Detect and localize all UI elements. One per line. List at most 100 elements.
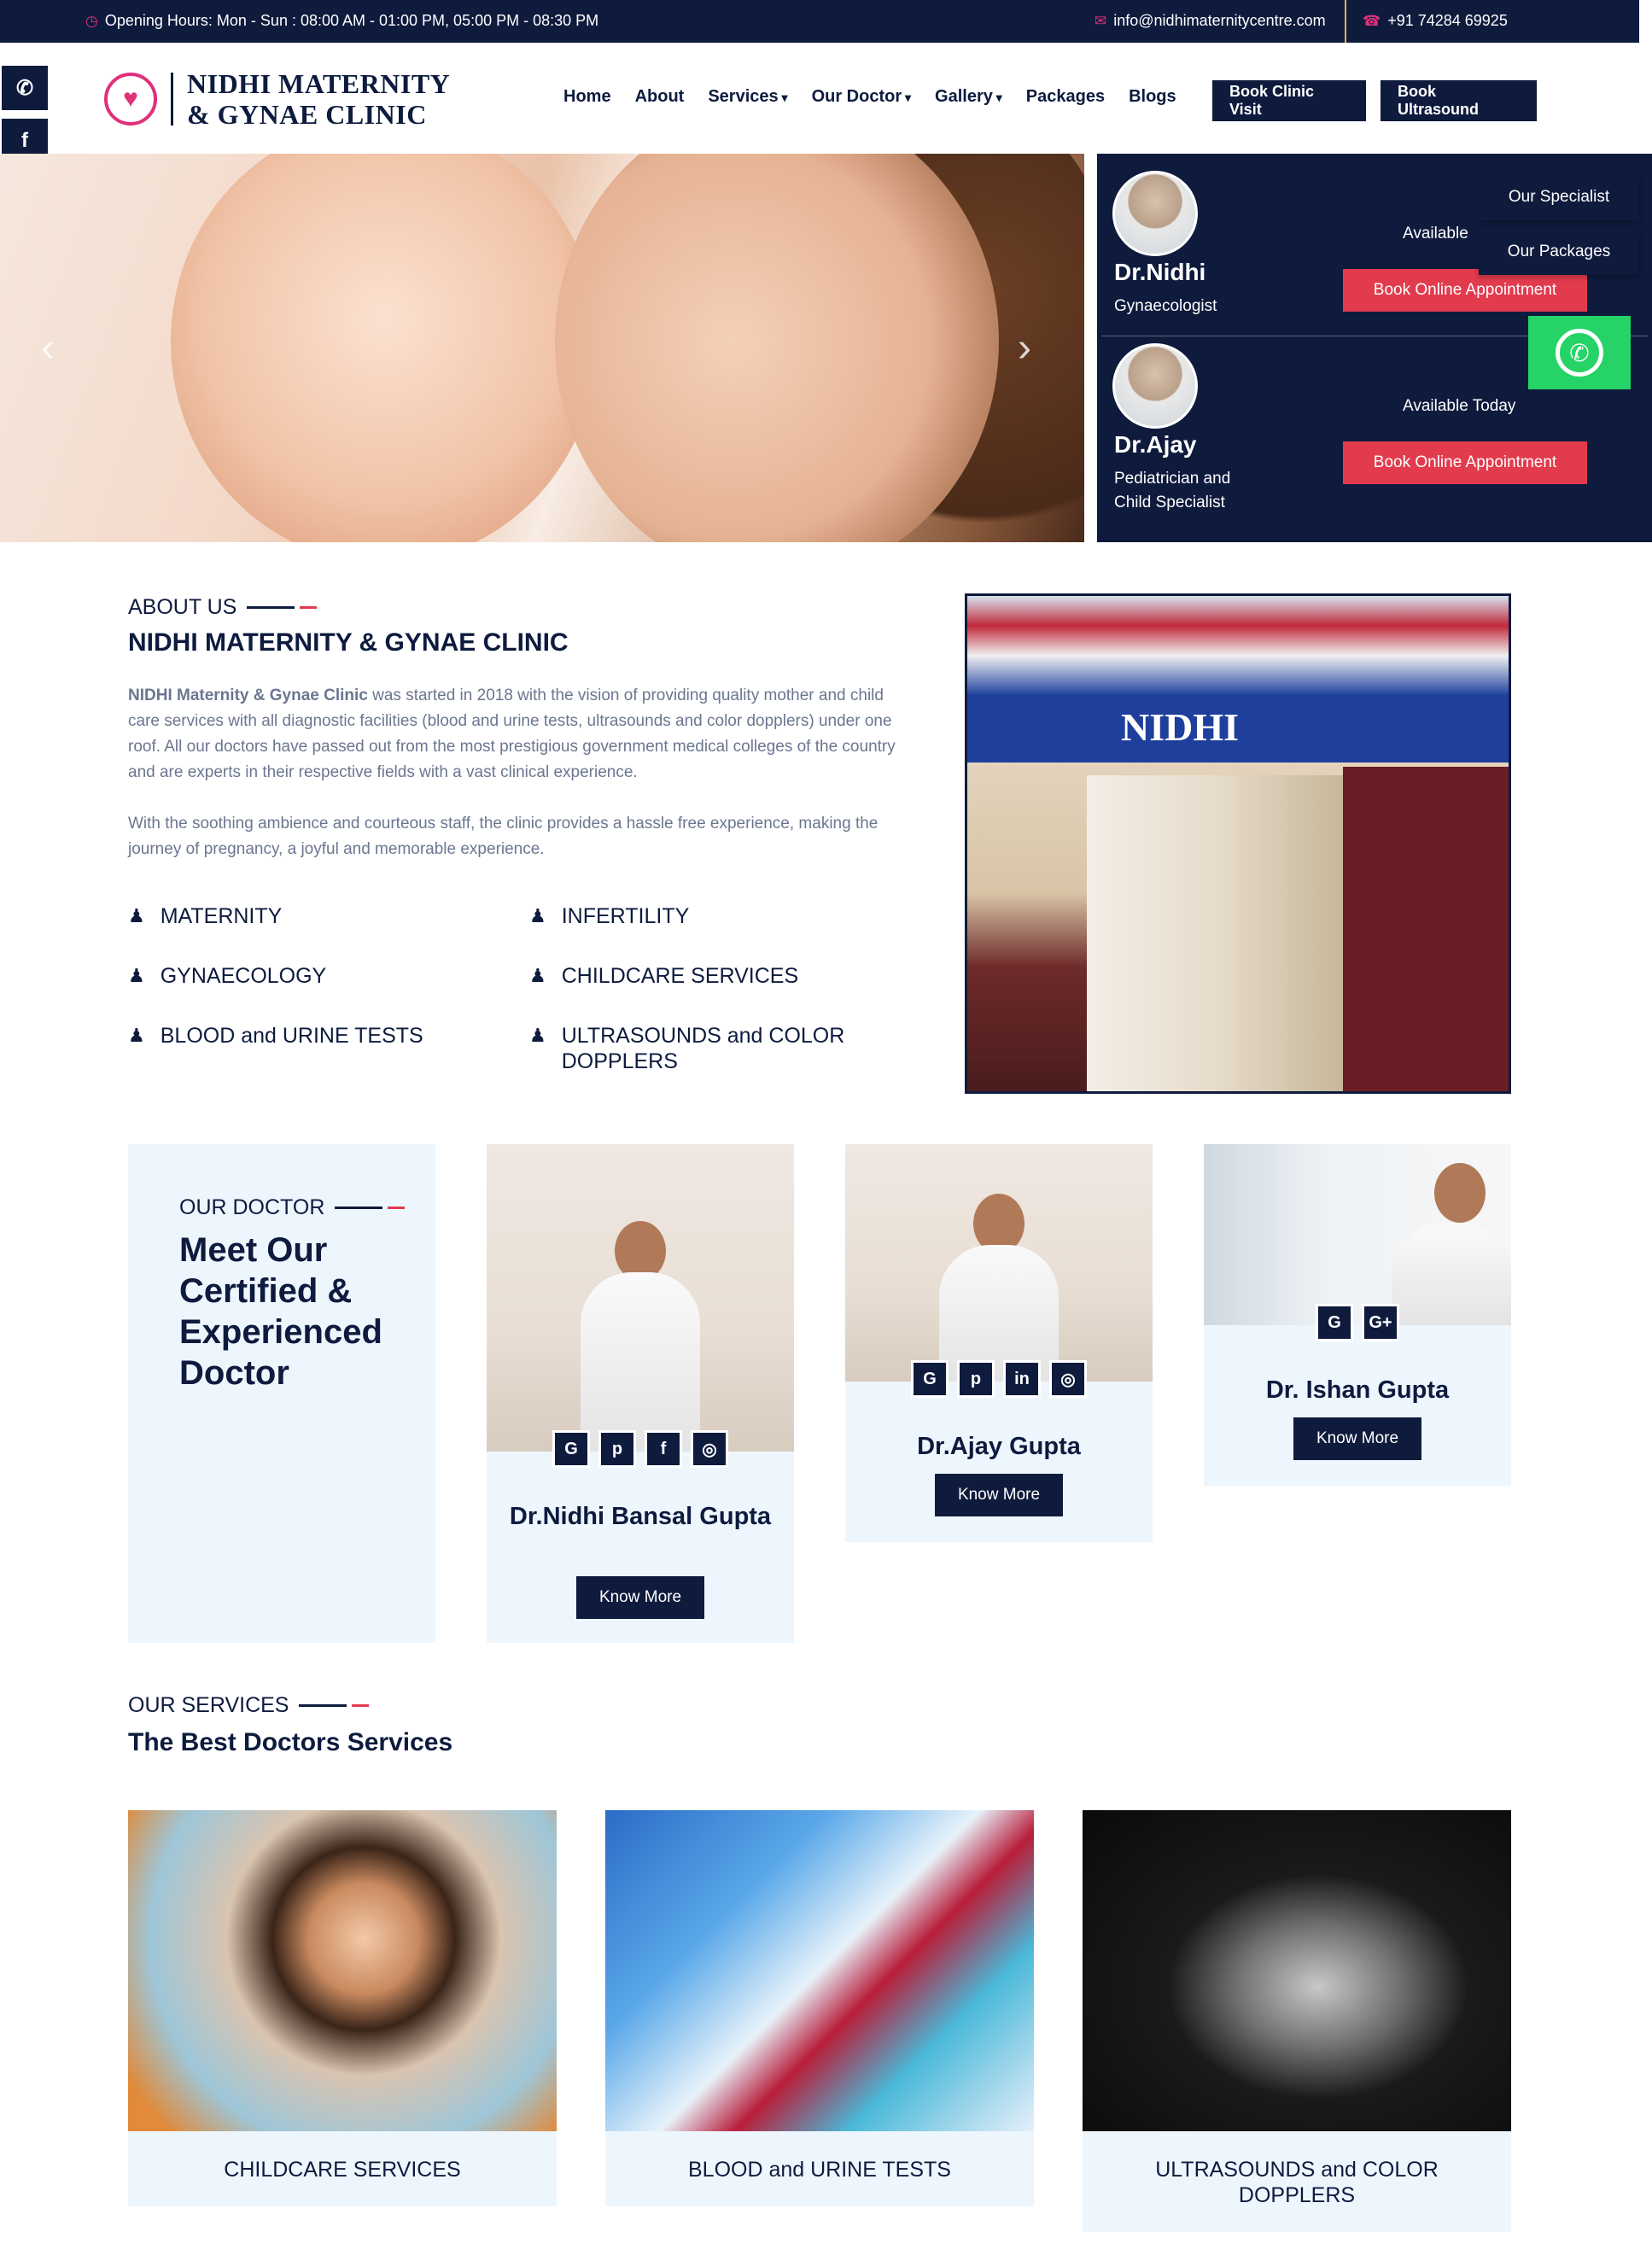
book-ultrasound-button[interactable]: Book Ultrasound [1381,80,1537,121]
doctor-role-line-1: Pediatrician and [1114,470,1231,488]
service-list-text: MATERNITY [160,904,283,928]
service-list-item: ♟ CHILDCARE SERVICES [529,963,905,989]
label-dash [247,606,295,609]
phone-link[interactable]: ☎ +91 74284 69925 [1363,12,1508,30]
doctor-avatar [1112,343,1198,429]
doctor-person-icon: ♟ [128,965,145,986]
service-list-item: ♟ INFERTILITY [529,903,905,929]
services-section-label: OUR SERVICES [128,1693,370,1718]
doctor-social-icons: G G+ [1204,1304,1511,1341]
services-label-text: OUR SERVICES [128,1693,289,1717]
availability-status: Available Today [1403,397,1516,415]
doctor-person-icon: ♟ [529,1025,546,1046]
about-section-label: ABOUT US [128,595,318,620]
doctor-photo [1204,1144,1511,1325]
google-icon[interactable]: G [911,1360,949,1398]
slider-prev-arrow-icon[interactable]: ‹ [41,324,55,371]
doctor-person-icon: ♟ [128,1025,145,1046]
availability-status: Available [1403,225,1468,242]
our-doctor-intro: OUR DOCTOR Meet Our Certified & Experien… [128,1144,435,1643]
childcare-image [128,1810,557,2131]
clinic-logo[interactable]: ♥ NIDHI MATERNITY & GYNAE CLINIC [104,68,450,130]
doctor-role: Gynaecologist [1114,297,1217,315]
about-label-text: ABOUT US [128,595,237,619]
clinic-sign: NIDHI [967,694,1509,762]
about-paragraph-1: NIDHI Maternity & Gynae Clinic was start… [128,683,905,786]
service-card[interactable]: ULTRASOUNDS and COLOR DOPPLERS [1083,1810,1511,2232]
email-text: info@nidhimaternitycentre.com [1113,12,1326,29]
doctor-name: Dr.Nidhi [1114,259,1206,285]
practo-icon[interactable]: p [957,1360,995,1398]
nav-services[interactable]: Services [708,87,787,107]
hero-baby-image [171,154,598,542]
label-dash-accent [300,606,318,609]
service-card-title: BLOOD and URINE TESTS [688,2158,951,2182]
doctor-card: G p in ◎ Dr.Ajay Gupta Know More [845,1144,1153,1542]
whatsapp-icon: ✆ [1556,329,1603,377]
our-doctor-heading: Meet Our Certified & Experienced Doctor [179,1231,382,1392]
doctor-card: G p f ◎ Dr.Nidhi Bansal Gupta Know More [487,1144,794,1643]
service-list-text: INFERTILITY [561,904,690,928]
doctor-photo [845,1144,1153,1382]
logo-divider [171,73,173,126]
doctor-card-name: Dr. Ishan Gupta [1265,1376,1450,1404]
hero-mother-image [555,154,999,542]
service-list-item: ♟ MATERNITY [128,903,504,929]
google-plus-icon[interactable]: G+ [1362,1304,1399,1341]
hero-slider: ‹ › [0,154,1084,542]
nav-home[interactable]: Home [563,87,611,107]
linkedin-icon[interactable]: in [1003,1360,1041,1398]
doctor-social-icons: G p in ◎ [845,1360,1153,1398]
whatsapp-icon[interactable]: ✆ [0,64,50,112]
phone-icon: ☎ [1363,12,1381,29]
service-card-title: CHILDCARE SERVICES [224,2158,461,2182]
know-more-button[interactable]: Know More [576,1576,704,1619]
doctor-card-name: Dr.Ajay Gupta [917,1433,1081,1460]
our-specialist-button[interactable]: Our Specialist [1479,174,1639,220]
top-info-bar: ◷ Opening Hours: Mon - Sun : 08:00 AM - … [0,0,1639,43]
facebook-icon[interactable]: f [645,1430,682,1468]
practo-icon[interactable]: p [598,1430,636,1468]
google-icon[interactable]: G [1316,1304,1353,1341]
instagram-icon[interactable]: ◎ [1049,1360,1087,1398]
our-packages-button[interactable]: Our Packages [1479,229,1639,275]
service-card[interactable]: CHILDCARE SERVICES [128,1810,557,2206]
floating-quick-menu: Our Specialist Our Packages [1479,174,1639,283]
service-list-item: ♟ ULTRASOUNDS and COLOR DOPPLERS [529,1023,905,1074]
doctor-card: G G+ Dr. Ishan Gupta Know More [1204,1144,1511,1486]
whatsapp-chat-button[interactable]: ✆ [1528,316,1631,389]
doctor-avatar [1112,171,1198,256]
service-card-title: ULTRASOUNDS and COLOR DOPPLERS [1155,2158,1439,2207]
logo-line-2: & GYNAE CLINIC [187,99,427,130]
know-more-button[interactable]: Know More [935,1474,1063,1516]
clock-icon: ◷ [85,12,98,29]
topbar-divider [1345,0,1346,43]
phone-text: +91 74284 69925 [1387,12,1508,29]
opening-hours-text: Opening Hours: Mon - Sun : 08:00 AM - 01… [104,12,599,29]
nav-packages[interactable]: Packages [1026,87,1105,107]
book-online-appointment-button[interactable]: Book Online Appointment [1343,441,1587,484]
our-doctor-label: OUR DOCTOR [179,1195,406,1220]
doctor-role: Pediatrician and Child Specialist [1114,467,1230,515]
know-more-button[interactable]: Know More [1293,1417,1421,1460]
slider-next-arrow-icon[interactable]: › [1018,324,1031,371]
google-icon[interactable]: G [552,1430,590,1468]
doctor-social-icons: G p f ◎ [487,1430,794,1468]
instagram-icon[interactable]: ◎ [691,1430,728,1468]
label-dash [299,1704,347,1707]
service-list-text: CHILDCARE SERVICES [561,964,799,988]
book-clinic-visit-button[interactable]: Book Clinic Visit [1212,80,1366,121]
label-dash [335,1207,383,1209]
nav-about[interactable]: About [635,87,685,107]
nav-our-doctor[interactable]: Our Doctor [812,87,911,107]
doctor-name: Dr.Ajay [1114,431,1197,458]
email-link[interactable]: ✉ info@nidhimaternitycentre.com [1095,12,1326,30]
nav-blogs[interactable]: Blogs [1129,87,1176,107]
service-card[interactable]: BLOOD and URINE TESTS [605,1810,1034,2206]
clinic-entrance [1087,775,1343,1091]
site-header: ♥ NIDHI MATERNITY & GYNAE CLINIC Home Ab… [0,43,1639,154]
envelope-icon: ✉ [1095,12,1107,29]
label-dash-accent [352,1704,370,1707]
nav-gallery[interactable]: Gallery [935,87,1002,107]
doctor-card-name: Dr.Nidhi Bansal Gupta [509,1503,772,1530]
